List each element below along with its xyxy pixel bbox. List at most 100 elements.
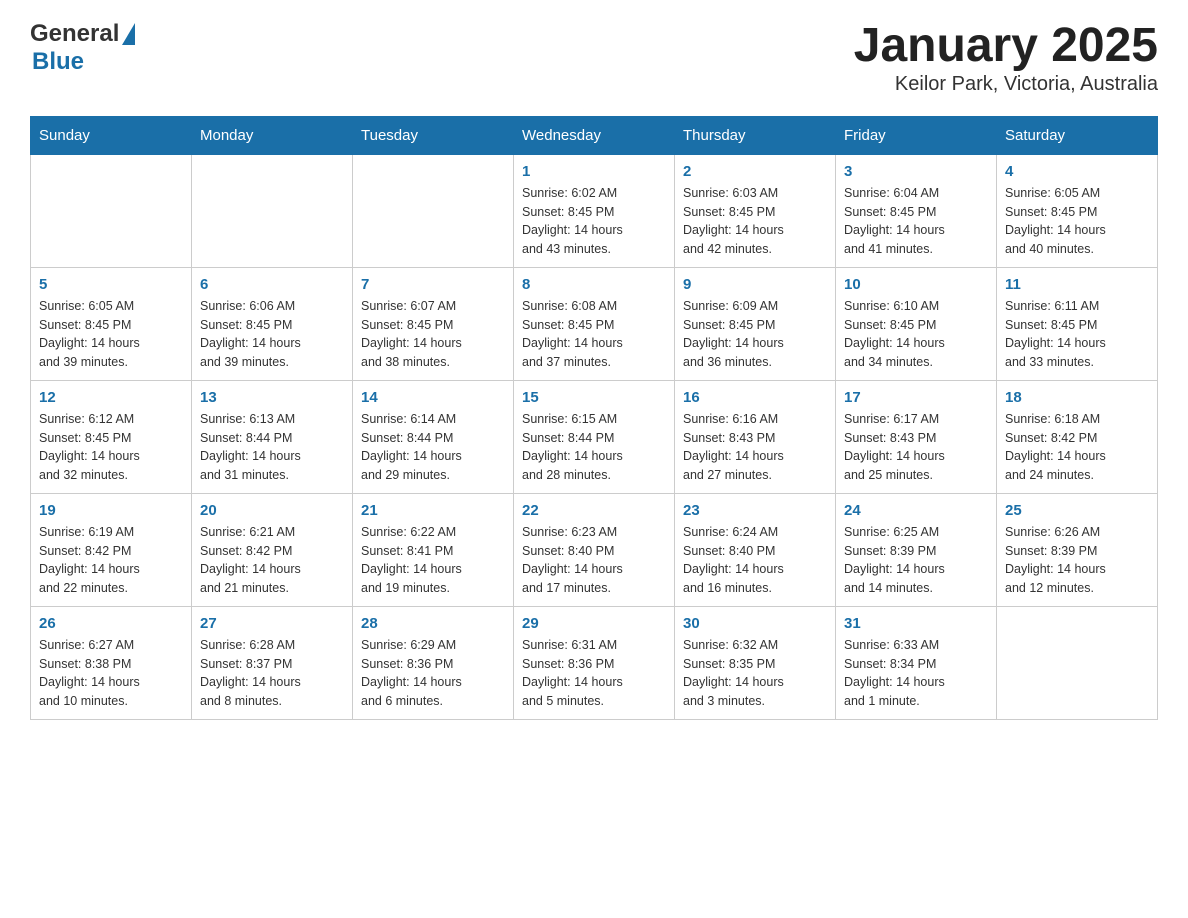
logo-general-text: General: [30, 20, 119, 48]
title-section: January 2025 Keilor Park, Victoria, Aust…: [854, 20, 1158, 96]
day-cell: 12 Sunrise: 6:12 AM Sunset: 8:45 PM Dayli…: [31, 380, 192, 493]
week-row-0: 1Sunrise: 6:02 AM Sunset: 8:45 PM Daylig…: [31, 154, 1158, 267]
day-info: Sunrise: 6:28 AM Sunset: 8:37 PM Dayligh…: [200, 636, 344, 711]
day-number: 1: [522, 163, 666, 180]
day-info: Sunrise: 6:09 AM Sunset: 8:45 PM Dayligh…: [683, 297, 827, 372]
week-row-4: 26Sunrise: 6:27 AM Sunset: 8:38 PM Dayli…: [31, 606, 1158, 719]
day-number: 11: [1005, 276, 1149, 293]
day-cell: 7 Sunrise: 6:07 AM Sunset: 8:45 PM Daylig…: [353, 267, 514, 380]
header-row: SundayMondayTuesdayWednesdayThursdayFrid…: [31, 116, 1158, 154]
day-cell: 20Sunrise: 6:21 AM Sunset: 8:42 PM Dayli…: [192, 493, 353, 606]
day-cell: 25 Sunrise: 6:26 AM Sunset: 8:39 PM Dayli…: [997, 493, 1158, 606]
day-info: Sunrise: 6:29 AM Sunset: 8:36 PM Dayligh…: [361, 636, 505, 711]
day-info: Sunrise: 6:05 AM Sunset: 8:45 PM Dayligh…: [1005, 184, 1149, 259]
day-info: Sunrise: 6:27 AM Sunset: 8:38 PM Dayligh…: [39, 636, 183, 711]
header-cell-monday: Monday: [192, 116, 353, 154]
day-cell: 23 Sunrise: 6:24 AM Sunset: 8:40 PM Dayli…: [675, 493, 836, 606]
day-cell: 18Sunrise: 6:18 AM Sunset: 8:42 PM Dayli…: [997, 380, 1158, 493]
day-info: Sunrise: 6:22 AM Sunset: 8:41 PM Dayligh…: [361, 523, 505, 598]
day-cell: 5Sunrise: 6:05 AM Sunset: 8:45 PM Daylig…: [31, 267, 192, 380]
logo-blue-text: Blue: [32, 48, 84, 76]
day-cell: 13Sunrise: 6:13 AM Sunset: 8:44 PM Dayli…: [192, 380, 353, 493]
day-cell: 8 Sunrise: 6:08 AM Sunset: 8:45 PM Daylig…: [514, 267, 675, 380]
header-cell-sunday: Sunday: [31, 116, 192, 154]
day-number: 10: [844, 276, 988, 293]
day-number: 21: [361, 502, 505, 519]
day-number: 28: [361, 615, 505, 632]
calendar-table: SundayMondayTuesdayWednesdayThursdayFrid…: [30, 116, 1158, 720]
day-cell: 27 Sunrise: 6:28 AM Sunset: 8:37 PM Dayli…: [192, 606, 353, 719]
day-info: Sunrise: 6:15 AM Sunset: 8:44 PM Dayligh…: [522, 410, 666, 485]
page-header: General Blue January 2025 Keilor Park, V…: [30, 20, 1158, 96]
day-number: 2: [683, 163, 827, 180]
day-number: 8: [522, 276, 666, 293]
day-number: 20: [200, 502, 344, 519]
logo-triangle-icon: [122, 23, 135, 45]
day-number: 24: [844, 502, 988, 519]
day-number: 29: [522, 615, 666, 632]
calendar-body: 1Sunrise: 6:02 AM Sunset: 8:45 PM Daylig…: [31, 154, 1158, 719]
day-cell: 11Sunrise: 6:11 AM Sunset: 8:45 PM Dayli…: [997, 267, 1158, 380]
day-number: 4: [1005, 163, 1149, 180]
day-number: 14: [361, 389, 505, 406]
header-cell-tuesday: Tuesday: [353, 116, 514, 154]
day-number: 18: [1005, 389, 1149, 406]
day-info: Sunrise: 6:06 AM Sunset: 8:45 PM Dayligh…: [200, 297, 344, 372]
day-number: 19: [39, 502, 183, 519]
day-number: 17: [844, 389, 988, 406]
day-number: 7: [361, 276, 505, 293]
day-info: Sunrise: 6:07 AM Sunset: 8:45 PM Dayligh…: [361, 297, 505, 372]
day-cell: 31Sunrise: 6:33 AM Sunset: 8:34 PM Dayli…: [836, 606, 997, 719]
day-info: Sunrise: 6:19 AM Sunset: 8:42 PM Dayligh…: [39, 523, 183, 598]
day-cell: 28 Sunrise: 6:29 AM Sunset: 8:36 PM Dayli…: [353, 606, 514, 719]
day-info: Sunrise: 6:24 AM Sunset: 8:40 PM Dayligh…: [683, 523, 827, 598]
day-cell: [997, 606, 1158, 719]
day-cell: 15 Sunrise: 6:15 AM Sunset: 8:44 PM Dayli…: [514, 380, 675, 493]
day-info: Sunrise: 6:13 AM Sunset: 8:44 PM Dayligh…: [200, 410, 344, 485]
day-cell: 10 Sunrise: 6:10 AM Sunset: 8:45 PM Dayli…: [836, 267, 997, 380]
day-number: 22: [522, 502, 666, 519]
day-info: Sunrise: 6:12 AM Sunset: 8:45 PM Dayligh…: [39, 410, 183, 485]
day-info: Sunrise: 6:03 AM Sunset: 8:45 PM Dayligh…: [683, 184, 827, 259]
logo: General Blue: [30, 20, 135, 76]
day-cell: 19 Sunrise: 6:19 AM Sunset: 8:42 PM Dayli…: [31, 493, 192, 606]
day-cell: [31, 154, 192, 267]
week-row-3: 19 Sunrise: 6:19 AM Sunset: 8:42 PM Dayli…: [31, 493, 1158, 606]
day-number: 23: [683, 502, 827, 519]
day-cell: 21 Sunrise: 6:22 AM Sunset: 8:41 PM Dayli…: [353, 493, 514, 606]
day-number: 31: [844, 615, 988, 632]
day-cell: 6Sunrise: 6:06 AM Sunset: 8:45 PM Daylig…: [192, 267, 353, 380]
day-number: 9: [683, 276, 827, 293]
day-info: Sunrise: 6:10 AM Sunset: 8:45 PM Dayligh…: [844, 297, 988, 372]
day-info: Sunrise: 6:16 AM Sunset: 8:43 PM Dayligh…: [683, 410, 827, 485]
day-info: Sunrise: 6:08 AM Sunset: 8:45 PM Dayligh…: [522, 297, 666, 372]
day-cell: [353, 154, 514, 267]
day-cell: 1Sunrise: 6:02 AM Sunset: 8:45 PM Daylig…: [514, 154, 675, 267]
day-info: Sunrise: 6:25 AM Sunset: 8:39 PM Dayligh…: [844, 523, 988, 598]
header-cell-friday: Friday: [836, 116, 997, 154]
day-cell: 4 Sunrise: 6:05 AM Sunset: 8:45 PM Daylig…: [997, 154, 1158, 267]
day-info: Sunrise: 6:04 AM Sunset: 8:45 PM Dayligh…: [844, 184, 988, 259]
week-row-1: 5Sunrise: 6:05 AM Sunset: 8:45 PM Daylig…: [31, 267, 1158, 380]
header-cell-thursday: Thursday: [675, 116, 836, 154]
day-number: 5: [39, 276, 183, 293]
header-cell-wednesday: Wednesday: [514, 116, 675, 154]
day-info: Sunrise: 6:31 AM Sunset: 8:36 PM Dayligh…: [522, 636, 666, 711]
day-number: 27: [200, 615, 344, 632]
day-number: 25: [1005, 502, 1149, 519]
day-cell: 17 Sunrise: 6:17 AM Sunset: 8:43 PM Dayli…: [836, 380, 997, 493]
day-number: 3: [844, 163, 988, 180]
day-cell: 3 Sunrise: 6:04 AM Sunset: 8:45 PM Daylig…: [836, 154, 997, 267]
day-info: Sunrise: 6:32 AM Sunset: 8:35 PM Dayligh…: [683, 636, 827, 711]
day-number: 12: [39, 389, 183, 406]
calendar-subtitle: Keilor Park, Victoria, Australia: [854, 73, 1158, 96]
day-cell: 30 Sunrise: 6:32 AM Sunset: 8:35 PM Dayli…: [675, 606, 836, 719]
calendar-header: SundayMondayTuesdayWednesdayThursdayFrid…: [31, 116, 1158, 154]
day-info: Sunrise: 6:17 AM Sunset: 8:43 PM Dayligh…: [844, 410, 988, 485]
day-number: 15: [522, 389, 666, 406]
day-number: 30: [683, 615, 827, 632]
calendar-title: January 2025: [854, 20, 1158, 73]
day-cell: 2 Sunrise: 6:03 AM Sunset: 8:45 PM Daylig…: [675, 154, 836, 267]
header-cell-saturday: Saturday: [997, 116, 1158, 154]
day-info: Sunrise: 6:26 AM Sunset: 8:39 PM Dayligh…: [1005, 523, 1149, 598]
